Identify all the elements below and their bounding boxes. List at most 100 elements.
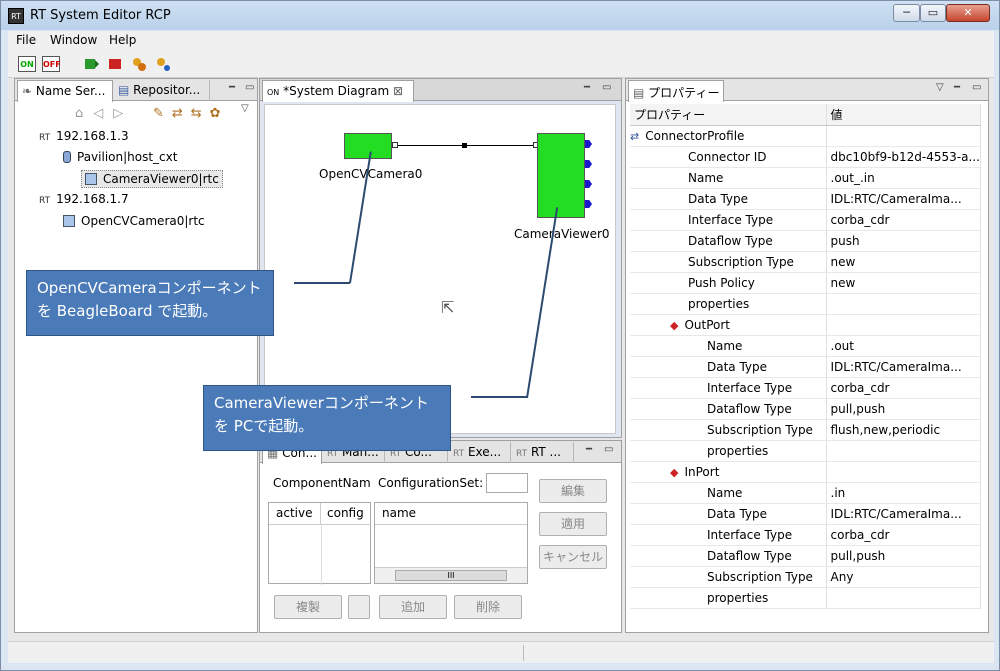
close-button[interactable]: ✕ <box>946 4 990 22</box>
properties-table[interactable]: プロパティー 値 ⇄ ConnectorProfile Connector ID db… <box>630 104 981 609</box>
rt-icon: RT <box>39 133 51 143</box>
port-icon[interactable] <box>585 140 592 148</box>
tree-host-context[interactable]: Pavilion|host_cxt <box>63 150 177 164</box>
menu-window[interactable]: Window <box>50 33 97 47</box>
property-row[interactable]: Subscription Type Any <box>630 566 981 588</box>
configuration-set-label: ConfigurationSet: <box>378 476 484 490</box>
tree-host-1[interactable]: RT 192.168.1.3 <box>39 129 129 143</box>
property-row[interactable]: ⇄ ConnectorProfile <box>630 125 981 147</box>
property-row[interactable]: Name .out_.in <box>630 167 981 189</box>
rt-icon: RT <box>453 449 465 459</box>
view-menu-icon[interactable]: ▽ <box>936 82 944 93</box>
property-row[interactable]: Connector ID dbc10bf9-b12d-4553-a... <box>630 146 981 168</box>
maximize-view-icon[interactable]: ▭ <box>972 82 981 93</box>
property-row[interactable]: properties <box>630 440 981 462</box>
property-row[interactable]: Data Type IDL:RTC/CameraIma... <box>630 356 981 378</box>
property-key: Data Type <box>630 188 827 210</box>
hidden-button[interactable] <box>348 595 370 619</box>
property-row[interactable]: Name .out <box>630 335 981 357</box>
property-row[interactable]: properties <box>630 293 981 315</box>
edit-button[interactable]: 編集 <box>539 479 607 503</box>
property-row[interactable]: Interface Type corba_cdr <box>630 209 981 231</box>
properties-header: プロパティー 値 <box>630 104 981 126</box>
name-service-panel: ❧ Name Ser... ▤ Repositor... ━ ▭ ⌂◁▷ ✎⇄⇆… <box>14 78 258 633</box>
property-row[interactable]: ◆ InPort <box>630 461 981 483</box>
property-value: pull,push <box>826 398 981 420</box>
property-value: flush,new,periodic <box>826 419 981 441</box>
minimize-view-icon[interactable]: ━ <box>954 82 960 93</box>
rt-icon: RT <box>516 449 528 459</box>
minimize-button[interactable]: ─ <box>893 4 920 22</box>
property-row[interactable]: Name .in <box>630 482 981 504</box>
maximize-view-icon[interactable]: ▭ <box>245 82 254 93</box>
callout-text: を PCで起動。 <box>214 417 314 435</box>
property-row[interactable]: properties <box>630 587 981 609</box>
config-set-table[interactable]: active config <box>268 502 371 585</box>
properties-icon: ▤ <box>633 86 645 100</box>
tab-system-diagram[interactable]: ON *System Diagram ⊠ <box>262 80 414 102</box>
activate-icon[interactable] <box>82 56 100 72</box>
reset-gear-icon[interactable] <box>130 56 148 72</box>
port-icon[interactable] <box>585 160 592 168</box>
property-key: Name <box>630 482 827 504</box>
view-menu-icon[interactable]: ▽ <box>241 103 249 114</box>
tab-execution[interactable]: RT Exe... <box>449 442 511 463</box>
col-value: 値 <box>826 104 981 126</box>
property-value: new <box>826 272 981 294</box>
property-row[interactable]: Interface Type corba_cdr <box>630 377 981 399</box>
component-camera-viewer[interactable] <box>537 133 585 218</box>
delete-button[interactable]: 削除 <box>454 595 522 619</box>
menu-help[interactable]: Help <box>109 33 136 47</box>
tree-opencv-camera[interactable]: OpenCVCamera0|rtc <box>63 214 205 228</box>
ns-actions[interactable]: ✎⇄⇆✿ <box>153 106 229 121</box>
property-key: Subscription Type <box>630 419 827 441</box>
property-row[interactable]: Data Type IDL:RTC/CameraIma... <box>630 503 981 525</box>
add-button[interactable]: 追加 <box>379 595 447 619</box>
duplicate-button[interactable]: 複製 <box>274 595 342 619</box>
port-icon[interactable] <box>585 180 592 188</box>
start-all-button[interactable]: ON <box>18 56 36 72</box>
property-row[interactable]: ◆ OutPort <box>630 314 981 336</box>
tree-label: 192.168.1.3 <box>56 129 129 143</box>
property-row[interactable]: Data Type IDL:RTC/CameraIma... <box>630 188 981 210</box>
callout-connector <box>471 396 527 398</box>
exit-gear-icon[interactable] <box>154 56 172 72</box>
tab-properties[interactable]: ▤ プロパティー <box>628 80 724 102</box>
tab-rt-log[interactable]: RT RT ... <box>512 442 574 463</box>
minimize-view-icon[interactable]: ━ <box>586 444 592 455</box>
tree-host-2[interactable]: RT 192.168.1.7 <box>39 192 129 206</box>
menu-file[interactable]: File <box>16 33 36 47</box>
stop-all-button[interactable]: OFF <box>42 56 61 72</box>
scroll-thumb[interactable]: III <box>395 570 507 581</box>
property-row[interactable]: Subscription Type new <box>630 251 981 273</box>
properties-panel: ▤ プロパティー ▽ ━ ▭ プロパティー 値 ⇄ ConnectorProfil… <box>625 78 989 633</box>
component-opencv-camera[interactable] <box>344 133 392 159</box>
maximize-view-icon[interactable]: ▭ <box>602 82 611 93</box>
configuration-set-field[interactable] <box>486 473 528 493</box>
minimize-view-icon[interactable]: ━ <box>229 82 235 93</box>
property-row[interactable]: Interface Type corba_cdr <box>630 524 981 546</box>
property-row[interactable]: Subscription Type flush,new,periodic <box>630 419 981 441</box>
nav-toolbar[interactable]: ⌂◁▷ <box>75 106 133 121</box>
config-values-table[interactable]: name III <box>374 502 528 584</box>
component-label: OpenCVCamera0 <box>319 167 423 181</box>
port-icon[interactable] <box>585 200 592 208</box>
tree-camera-viewer[interactable]: CameraViewer0|rtc <box>81 170 223 188</box>
maximize-view-icon[interactable]: ▭ <box>604 444 613 455</box>
property-row[interactable]: Dataflow Type pull,push <box>630 398 981 420</box>
maximize-button[interactable]: ▭ <box>920 4 946 22</box>
property-row[interactable]: Push Policy new <box>630 272 981 294</box>
close-tab-icon[interactable]: ⊠ <box>393 84 403 98</box>
minimize-view-icon[interactable]: ━ <box>584 82 590 93</box>
property-row[interactable]: Dataflow Type push <box>630 230 981 252</box>
deactivate-icon[interactable] <box>106 56 124 72</box>
tab-repository[interactable]: ▤ Repositor... <box>114 80 210 101</box>
horizontal-scrollbar[interactable]: III <box>375 567 527 583</box>
tab-name-service[interactable]: ❧ Name Ser... <box>17 80 113 102</box>
property-row[interactable]: Dataflow Type pull,push <box>630 545 981 567</box>
connector-handle[interactable] <box>462 143 467 148</box>
apply-button[interactable]: 適用 <box>539 512 607 536</box>
cancel-button[interactable]: キャンセル <box>539 545 607 569</box>
properties-tabs: ▤ プロパティー ▽ ━ ▭ <box>626 79 988 102</box>
tree-label: OpenCVCamera0|rtc <box>81 214 205 228</box>
